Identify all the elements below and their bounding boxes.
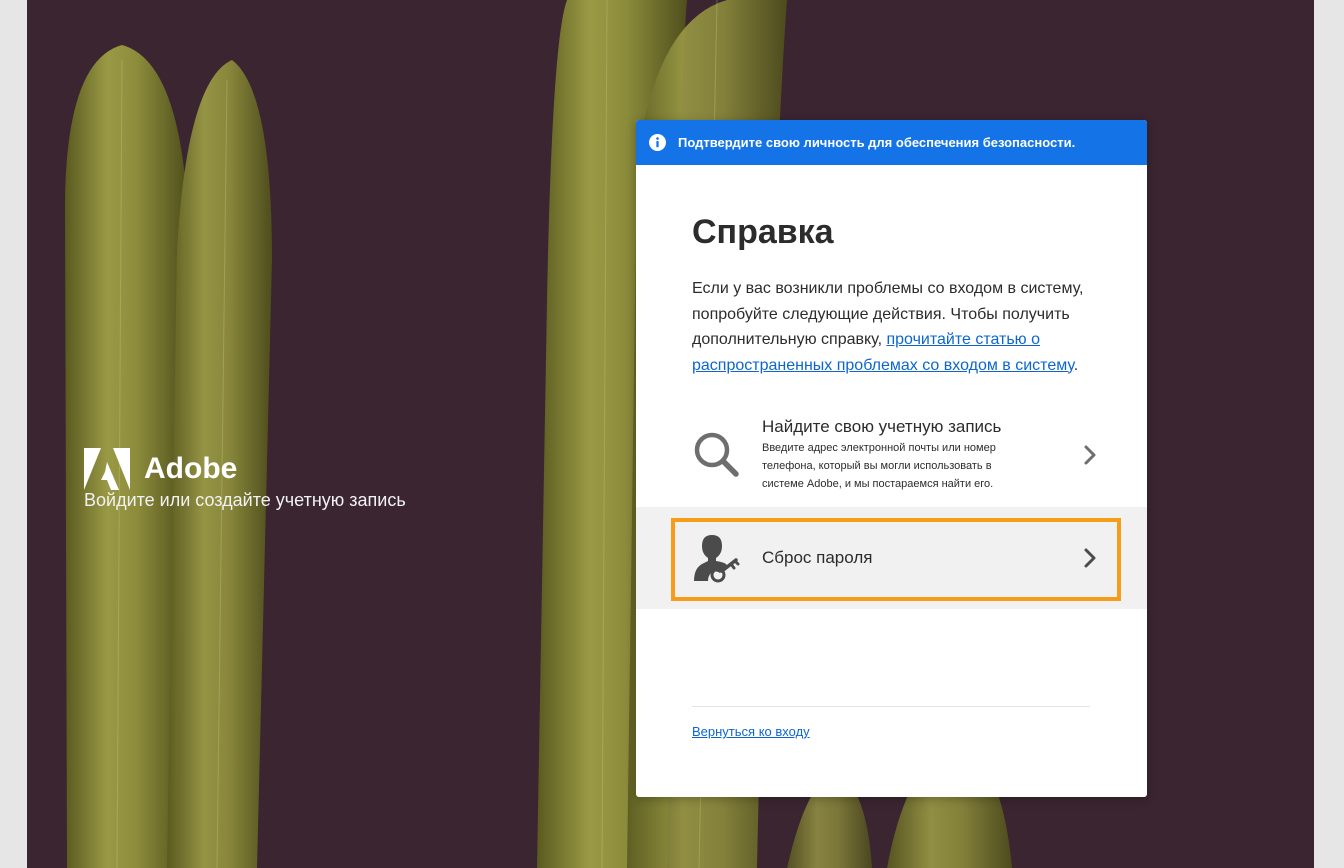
banner-text: Подтвердите свою личность для обеспечени…	[678, 135, 1076, 150]
chevron-right-icon	[1084, 445, 1096, 465]
find-account-title: Найдите свою учетную запись	[762, 417, 1002, 436]
help-description: Если у вас возникли проблемы со входом в…	[692, 276, 1092, 378]
search-icon	[694, 432, 739, 477]
brand-block: Adobe Войдите или создайте учетную запис…	[84, 448, 406, 511]
find-account-option[interactable]: Найдите свою учетную запись Введите адре…	[636, 403, 1147, 507]
card-content: Справка Если у вас возникли проблемы со …	[636, 213, 1147, 378]
brand-tagline: Войдите или создайте учетную запись	[84, 490, 406, 510]
help-card: Подтвердите свою личность для обеспечени…	[636, 120, 1147, 797]
reset-password-title: Сброс пароля	[762, 548, 873, 567]
page-title: Справка	[692, 213, 834, 251]
user-key-icon	[694, 535, 740, 583]
adobe-logo-icon	[84, 448, 130, 490]
brand-name: Adobe	[144, 452, 238, 485]
find-account-subtitle: Введите адрес электронной почты или номе…	[762, 442, 996, 490]
find-account-text: Найдите свою учетную запись Введите адре…	[762, 417, 1027, 493]
info-icon	[649, 134, 666, 151]
back-to-sign-in-link[interactable]: Вернуться ко входу	[692, 724, 810, 739]
footer-divider	[692, 706, 1090, 707]
security-banner: Подтвердите свою личность для обеспечени…	[636, 120, 1147, 165]
help-description-end: .	[1073, 356, 1079, 374]
chevron-right-icon	[1084, 548, 1096, 568]
reset-password-option[interactable]: Сброс пароля	[636, 507, 1147, 609]
reset-password-text: Сброс пароля	[762, 548, 1027, 568]
